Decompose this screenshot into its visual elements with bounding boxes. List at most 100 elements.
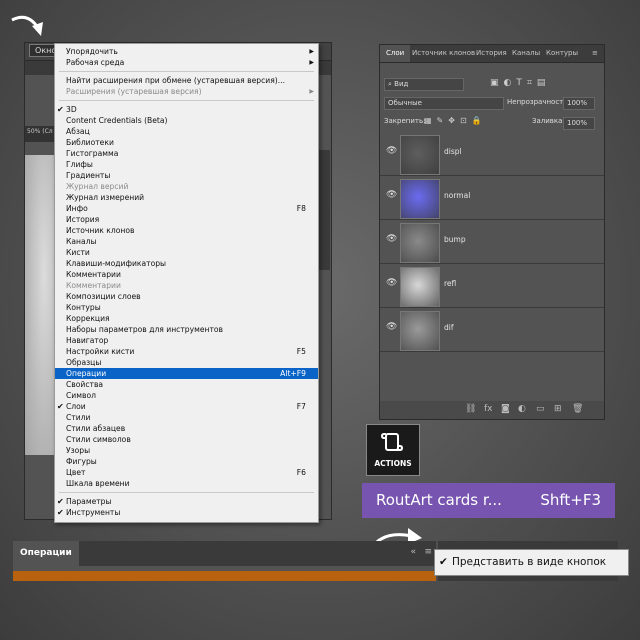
- eye-icon[interactable]: 👁: [386, 146, 397, 156]
- layer-row[interactable]: 👁 dif: [380, 308, 604, 352]
- submenu-arrow-icon: ▶: [309, 48, 314, 55]
- operations-orange-row[interactable]: [13, 571, 436, 581]
- layer-row[interactable]: 👁 bump: [380, 220, 604, 264]
- menu-item[interactable]: Найти расширения при обмене (устаревшая …: [55, 75, 318, 86]
- tab-paths[interactable]: Контуры: [546, 45, 578, 62]
- layer-row[interactable]: 👁 displ: [380, 132, 604, 176]
- action-button[interactable]: RoutArt cards r... Shft+F3: [362, 483, 615, 518]
- menu-item[interactable]: Content Credentials (Beta): [55, 115, 318, 126]
- menu-item[interactable]: Настройки кисти F5: [55, 346, 318, 357]
- layer-thumbnail: [400, 135, 440, 175]
- canvas[interactable]: [25, 155, 57, 455]
- link-icon[interactable]: ⛓: [465, 404, 476, 414]
- menu-item[interactable]: Узоры: [55, 445, 318, 456]
- menu-item[interactable]: Клавиши-модификаторы: [55, 258, 318, 269]
- layer-thumbnail: [400, 311, 440, 351]
- menu-item[interactable]: Стили символов: [55, 434, 318, 445]
- menu-item[interactable]: Образцы: [55, 357, 318, 368]
- menu-item-label: Коррекция: [66, 314, 110, 323]
- menu-item[interactable]: История: [55, 214, 318, 225]
- menu-item[interactable]: Наборы параметров для инструментов: [55, 324, 318, 335]
- menu-item[interactable]: Кисти: [55, 247, 318, 258]
- menu-item[interactable]: Стили абзацев: [55, 423, 318, 434]
- menu-item[interactable]: Источник клонов: [55, 225, 318, 236]
- eye-icon[interactable]: 👁: [386, 322, 397, 332]
- operations-panel: Операции « ≡: [13, 541, 436, 581]
- button-mode-menu[interactable]: ✔ Представить в виде кнопок: [434, 549, 629, 576]
- lock-icons[interactable]: ▦✎✥⊡🔒: [424, 116, 487, 125]
- menu-item-label: Наборы параметров для инструментов: [66, 325, 224, 334]
- menu-item-label: Настройки кисти: [66, 347, 135, 356]
- menu-item[interactable]: ✔ Параметры: [55, 496, 318, 507]
- tab-history[interactable]: История: [476, 45, 507, 62]
- menu-item[interactable]: Каналы: [55, 236, 318, 247]
- menu-item[interactable]: Гистограмма: [55, 148, 318, 159]
- collapse-icon[interactable]: «: [410, 547, 416, 557]
- group-icon[interactable]: ▭: [536, 404, 545, 414]
- menu-item[interactable]: Цвет F6: [55, 467, 318, 478]
- operations-tab[interactable]: Операции: [13, 541, 79, 566]
- menu-item[interactable]: Рабочая среда ▶: [55, 57, 318, 68]
- menu-item-label: Цвет: [66, 468, 86, 477]
- menu-item[interactable]: ✔ 3D: [55, 104, 318, 115]
- fill-input[interactable]: 100%: [563, 117, 595, 130]
- adjustment-icon[interactable]: ◐: [518, 404, 526, 414]
- opacity-input[interactable]: 100%: [563, 97, 595, 110]
- menu-item-label: Стили: [66, 413, 91, 422]
- menu-item[interactable]: Шкала времени: [55, 478, 318, 489]
- layer-name: dif: [444, 323, 454, 332]
- operations-header: Операции « ≡: [13, 541, 436, 566]
- action-name: RoutArt cards r...: [376, 491, 502, 509]
- menu-item[interactable]: Коррекция: [55, 313, 318, 324]
- menu-item[interactable]: Композиции слоев: [55, 291, 318, 302]
- menu-item[interactable]: Глифы: [55, 159, 318, 170]
- panel-menu-icon[interactable]: ≡: [592, 45, 598, 62]
- menu-item[interactable]: Фигуры: [55, 456, 318, 467]
- filter-icons[interactable]: ▣◐T⌗▤: [490, 78, 550, 88]
- eye-icon[interactable]: 👁: [386, 190, 397, 200]
- menu-item-label: Фигуры: [66, 457, 97, 466]
- opacity-label: Непрозрачность:: [507, 98, 570, 106]
- layer-row[interactable]: 👁 normal: [380, 176, 604, 220]
- menu-item[interactable]: Инфо F8: [55, 203, 318, 214]
- menu-item[interactable]: Стили: [55, 412, 318, 423]
- menu-item[interactable]: ✔ Слои F7: [55, 401, 318, 412]
- menu-item[interactable]: Журнал измерений: [55, 192, 318, 203]
- menu-item-label: Каналы: [66, 237, 97, 246]
- menu-item-label: Источник клонов: [66, 226, 135, 235]
- filter-kind-select[interactable]: ⌕ Вид: [384, 78, 464, 91]
- menu-item-shortcut: F6: [296, 468, 306, 477]
- layer-name: normal: [444, 191, 471, 200]
- new-layer-icon[interactable]: ⊞: [554, 404, 562, 414]
- tab-clone-source[interactable]: Источник клонов: [412, 45, 475, 62]
- menu-item-label: Параметры: [66, 497, 112, 506]
- fx-icon[interactable]: fx: [484, 404, 493, 414]
- eye-icon[interactable]: 👁: [386, 278, 397, 288]
- menu-item[interactable]: Комментарии: [55, 269, 318, 280]
- layer-thumbnail: [400, 223, 440, 263]
- menu-item[interactable]: Контуры: [55, 302, 318, 313]
- blend-mode-select[interactable]: Обычные: [384, 97, 504, 110]
- layer-name: displ: [444, 147, 462, 156]
- menu-item[interactable]: Абзац: [55, 126, 318, 137]
- menu-item-label: Клавиши-модификаторы: [66, 259, 167, 268]
- layer-row[interactable]: 👁 refl: [380, 264, 604, 308]
- menu-item[interactable]: Упорядочить ▶: [55, 46, 318, 57]
- eye-icon[interactable]: 👁: [386, 234, 397, 244]
- menu-item-label: Стили символов: [66, 435, 131, 444]
- menu-item[interactable]: Градиенты: [55, 170, 318, 181]
- tab-channels[interactable]: Каналы: [512, 45, 540, 62]
- menu-item[interactable]: Свойства: [55, 379, 318, 390]
- menu-item[interactable]: Библиотеки: [55, 137, 318, 148]
- trash-icon[interactable]: 🗑: [572, 404, 583, 414]
- menu-item[interactable]: Операции Alt+F9: [55, 368, 318, 379]
- submenu-arrow-icon: ▶: [309, 59, 314, 66]
- menu-item[interactable]: Навигатор: [55, 335, 318, 346]
- mask-icon[interactable]: ◙: [501, 404, 510, 414]
- tab-layers[interactable]: Слои: [380, 45, 411, 62]
- menu-item-label: Образцы: [66, 358, 102, 367]
- menu-item[interactable]: ✔ Инструменты: [55, 507, 318, 518]
- panel-menu-icon[interactable]: ≡: [424, 547, 432, 557]
- window-menu-dropdown: Упорядочить ▶ Рабочая среда ▶ Найти расширен…: [54, 43, 319, 523]
- menu-item[interactable]: Символ: [55, 390, 318, 401]
